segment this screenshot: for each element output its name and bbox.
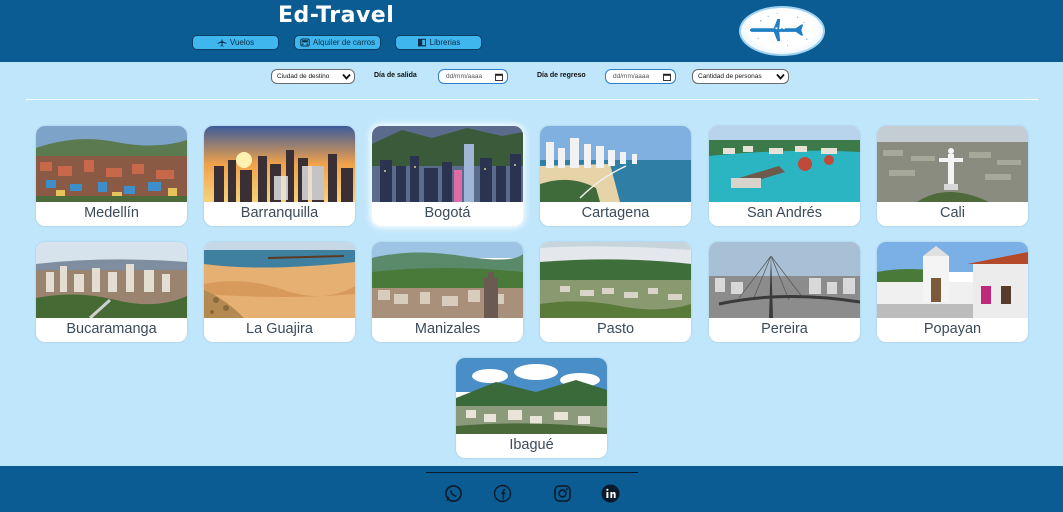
instagram-icon[interactable] [553, 484, 572, 503]
city-card-la-guajira[interactable]: La Guajira [204, 242, 355, 342]
city-card-bucaramanga[interactable]: Bucaramanga [36, 242, 187, 342]
city-name: Cartagena [581, 205, 650, 221]
city-name: Bucaramanga [66, 321, 157, 337]
city-photo [877, 242, 1028, 318]
city-name: San Andrés [747, 205, 822, 221]
city-photo [204, 126, 355, 202]
brand-title: Ed-Travel [278, 3, 395, 28]
return-date-value: dd/mm/aaaa [613, 73, 650, 80]
city-photo [36, 242, 187, 318]
calendar-icon[interactable] [663, 73, 671, 81]
city-photo [540, 126, 691, 202]
return-label: Día de regreso [537, 72, 586, 79]
city-card-cartagena[interactable]: Cartagena [540, 126, 691, 226]
people-count-value: Cantidad de personas [698, 73, 762, 80]
city-card-popayan[interactable]: Popayan [877, 242, 1028, 342]
city-name: Medellín [84, 205, 139, 221]
nav-vuelos-label: Vuelos [229, 38, 255, 47]
city-photo [877, 126, 1028, 202]
people-count-select[interactable]: Cantidad de personas [692, 69, 789, 84]
city-name: La Guajira [246, 321, 313, 337]
city-photo [709, 242, 860, 318]
destination-select[interactable]: Ciudad de destino [271, 69, 355, 84]
nav-car-rental-button[interactable]: Alquiler de carros [294, 35, 381, 50]
city-card-bogota[interactable]: Bogotá [372, 126, 523, 226]
city-photo [456, 358, 607, 434]
city-photo [204, 242, 355, 318]
linkedin-icon[interactable] [601, 484, 620, 503]
city-card-ibague[interactable]: Ibagué [456, 358, 607, 458]
city-card-san-andres[interactable]: San Andrés [709, 126, 860, 226]
whatsapp-icon[interactable] [444, 484, 463, 503]
nav-car-rental-label: Alquiler de carros [312, 38, 376, 47]
city-photo [540, 242, 691, 318]
chevron-down-icon [776, 73, 785, 80]
departure-date-input[interactable]: dd/mm/aaaa [438, 69, 508, 84]
nav-vuelos-button[interactable]: Vuelos [192, 35, 279, 50]
city-name: Manizales [414, 321, 481, 337]
city-name: Pereira [761, 321, 808, 337]
city-card-manizales[interactable]: Manizales [372, 242, 523, 342]
departure-label: Día de salida [374, 72, 417, 79]
city-name: Bogotá [424, 205, 471, 221]
book-icon [417, 38, 426, 47]
nav-librerias-button[interactable]: Librerias [395, 35, 482, 50]
search-filters: Ciudad de destino Día de salida dd/mm/aa… [0, 68, 1063, 86]
city-photo [372, 126, 523, 202]
footer-divider [426, 472, 638, 473]
footer [0, 466, 1063, 512]
airplane-icon [217, 38, 227, 47]
city-name: Barranquilla [240, 205, 319, 221]
divider [26, 99, 1038, 100]
city-card-pasto[interactable]: Pasto [540, 242, 691, 342]
facebook-icon[interactable] [493, 484, 512, 503]
calendar-icon[interactable] [495, 73, 503, 81]
city-card-barranquilla[interactable]: Barranquilla [204, 126, 355, 226]
city-photo [372, 242, 523, 318]
city-name: Cali [940, 205, 965, 221]
chevron-down-icon [342, 73, 351, 80]
nav-librerias-label: Librerias [429, 38, 461, 47]
city-photo [709, 126, 860, 202]
header: Ed-Travel Vuelos Alquiler de carros Libr… [0, 0, 1063, 62]
return-date-input[interactable]: dd/mm/aaaa [605, 69, 676, 84]
city-name: Pasto [596, 321, 635, 337]
city-card-cali[interactable]: Cali [877, 126, 1028, 226]
airplane-logo-icon [739, 6, 825, 56]
destination-select-value: Ciudad de destino [277, 73, 330, 80]
city-name: Ibagué [509, 437, 554, 453]
city-card-pereira[interactable]: Pereira [709, 242, 860, 342]
city-name: Popayan [923, 321, 982, 337]
city-card-medellin[interactable]: Medellín [36, 126, 187, 226]
car-icon [300, 38, 310, 47]
city-photo [36, 126, 187, 202]
departure-date-value: dd/mm/aaaa [446, 73, 483, 80]
